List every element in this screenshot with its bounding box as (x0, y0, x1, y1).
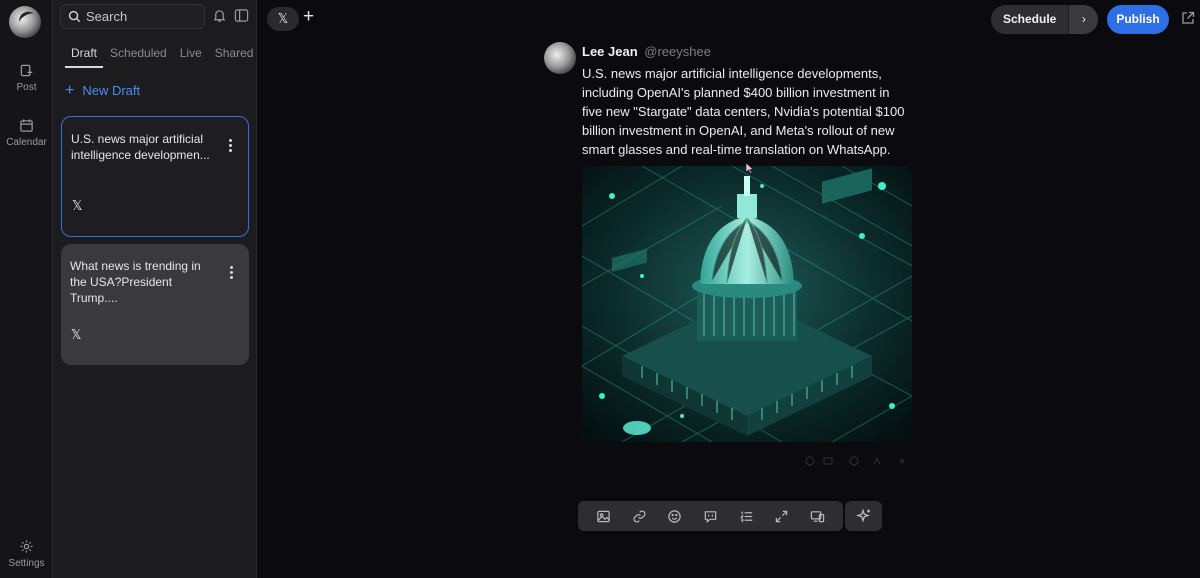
tab-shared[interactable]: Shared (209, 46, 260, 68)
tab-scheduled[interactable]: Scheduled (104, 46, 173, 68)
bell-icon (213, 10, 226, 22)
sidebar-panel-icon (234, 9, 249, 22)
post-body-text[interactable]: U.S. news major artificial intelligence … (582, 64, 912, 159)
chevron-right-icon[interactable]: › (1068, 5, 1099, 34)
app-window: Post Calendar Settings Draft Scheduled L… (0, 0, 1200, 578)
platform-tab-x[interactable]: 𝕏 (267, 7, 299, 31)
draft-card[interactable]: What news is trending in the USA?Preside… (61, 244, 249, 365)
add-platform-button[interactable]: + (303, 6, 314, 28)
author-handle: @reeyshee (644, 44, 711, 59)
preview-icon[interactable] (806, 505, 828, 527)
search-box[interactable] (60, 4, 205, 29)
x-platform-icon: 𝕏 (72, 198, 83, 213)
avatar (544, 42, 576, 74)
app-logo[interactable] (9, 6, 41, 38)
image-icon[interactable] (593, 505, 615, 527)
toggle-sidebar-button[interactable] (234, 8, 249, 28)
ai-assist-button[interactable] (845, 501, 882, 531)
search-icon (68, 10, 81, 23)
draft-card-text: What news is trending in the USA?Preside… (70, 259, 201, 305)
more-vertical-icon[interactable] (230, 266, 233, 281)
rail-item-settings-label: Settings (8, 558, 45, 569)
rail-item-calendar-label: Calendar (6, 137, 47, 148)
rail-item-calendar[interactable]: Calendar (0, 118, 53, 148)
plus-icon: + (65, 82, 75, 99)
post-image[interactable] (582, 166, 912, 442)
draft-tabs: Draft Scheduled Live Shared (65, 46, 260, 68)
list-icon[interactable] (735, 505, 757, 527)
draft-card[interactable]: U.S. news major artificial intelligence … (61, 116, 249, 237)
drafts-panel: Draft Scheduled Live Shared + New Draft … (53, 0, 257, 578)
new-draft-label: New Draft (82, 83, 141, 98)
post-author: Lee Jean @reeyshee (582, 44, 711, 59)
search-input[interactable] (86, 9, 196, 24)
new-draft-button[interactable]: + New Draft (65, 82, 141, 99)
quote-icon[interactable] (699, 505, 721, 527)
external-link-icon[interactable] (1181, 11, 1195, 30)
tab-draft[interactable]: Draft (65, 46, 104, 68)
post-icon (20, 64, 33, 77)
rail-item-post[interactable]: Post (0, 63, 53, 93)
composer-toolbar (578, 501, 843, 531)
rail-item-post-label: Post (16, 82, 37, 93)
publish-button[interactable]: Publish (1107, 5, 1169, 34)
calendar-icon (20, 119, 33, 132)
x-platform-icon: 𝕏 (71, 327, 82, 342)
rail-item-settings[interactable]: Settings (0, 539, 53, 569)
schedule-button-group: Schedule › (991, 5, 1099, 34)
post-actions-faint (804, 455, 914, 470)
notifications-button[interactable] (212, 8, 227, 28)
icon-rail: Post Calendar Settings (0, 0, 53, 578)
more-vertical-icon[interactable] (229, 139, 232, 154)
mouse-cursor (745, 161, 754, 179)
link-icon[interactable] (628, 505, 650, 527)
sparkle-icon (855, 508, 870, 523)
gear-icon (20, 540, 33, 553)
composer-area: 𝕏 + Schedule › Publish Lee Jean @reeyshe… (258, 0, 1200, 578)
expand-icon[interactable] (771, 505, 793, 527)
emoji-icon[interactable] (664, 505, 686, 527)
tab-live[interactable]: Live (174, 46, 208, 68)
draft-card-text: U.S. news major artificial intelligence … (71, 132, 210, 162)
schedule-button[interactable]: Schedule (991, 5, 1068, 34)
author-name: Lee Jean (582, 44, 638, 59)
